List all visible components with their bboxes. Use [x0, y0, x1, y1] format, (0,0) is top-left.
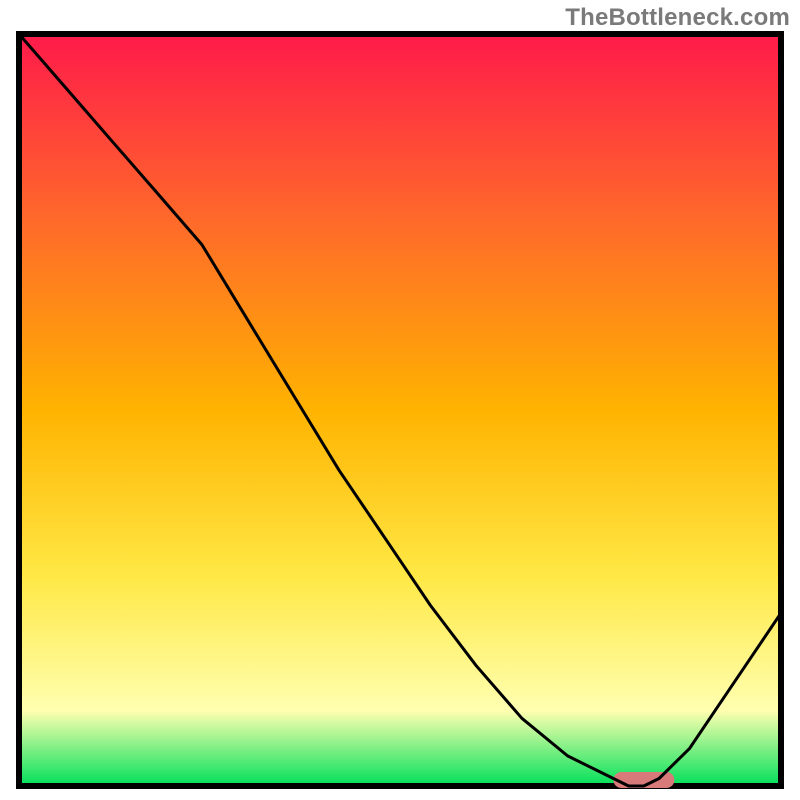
chart-container: TheBottleneck.com	[0, 0, 800, 800]
plot-svg	[15, 30, 785, 790]
watermark-text: TheBottleneck.com	[565, 4, 790, 32]
gradient-background	[19, 34, 781, 786]
bottleneck-plot	[15, 30, 785, 790]
